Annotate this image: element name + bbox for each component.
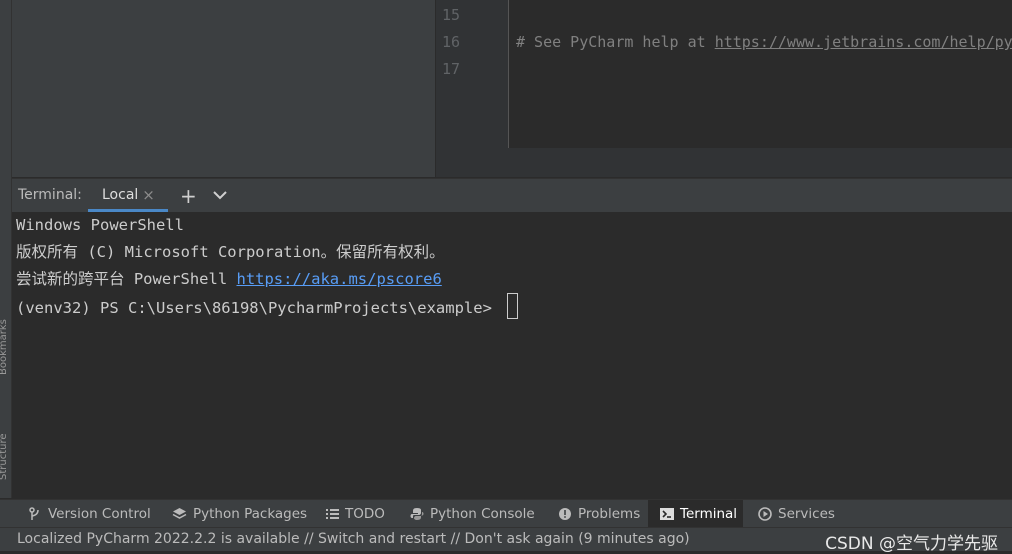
tool-label: Version Control	[48, 505, 151, 522]
python-icon	[410, 507, 424, 520]
tool-label: Python Packages	[193, 505, 308, 522]
branch-icon	[29, 506, 39, 520]
project-panel	[12, 0, 435, 177]
tool-label: Terminal	[680, 505, 738, 522]
services-button[interactable]: Services	[752, 500, 841, 527]
terminal-line: 版权所有 (C) Microsoft Corporation。保留所有权利。	[16, 243, 445, 261]
tool-window-bar: Version Control Python Packages TODO Pyt…	[0, 499, 1012, 527]
python-packages-button[interactable]: Python Packages	[166, 500, 313, 527]
close-icon[interactable]: ×	[142, 186, 155, 204]
terminal-button[interactable]: Terminal	[648, 500, 743, 527]
layers-icon	[172, 507, 187, 519]
tool-label: TODO	[345, 505, 385, 522]
todo-button[interactable]: TODO	[320, 500, 391, 527]
terminal-line: 尝试新的跨平台 PowerShell https://aka.ms/pscore…	[16, 266, 442, 293]
line-number: 15	[442, 6, 461, 24]
list-icon	[326, 508, 339, 519]
warning-icon	[559, 507, 571, 520]
python-console-button[interactable]: Python Console	[404, 500, 541, 527]
tool-label: Problems	[578, 505, 641, 522]
left-tool-strip: Bookmarks Structure	[0, 0, 12, 498]
tool-label: Python Console	[430, 505, 535, 522]
terminal-text: 尝试新的跨平台 PowerShell	[16, 270, 237, 288]
line-number: 17	[442, 60, 461, 78]
terminal-output[interactable]: Windows PowerShell 版权所有 (C) Microsoft Co…	[12, 212, 1012, 498]
code-line: # See PyCharm help at https://www.jetbra…	[516, 29, 1012, 56]
terminal-prompt-line: (venv32) PS C:\Users\86198\PycharmProjec…	[16, 293, 519, 322]
terminal-icon	[660, 507, 674, 520]
terminal-header: Terminal: Local × +	[12, 178, 1012, 212]
code-editor[interactable]: 15 16 17 # See PyCharm help at https://w…	[436, 0, 1012, 148]
status-bar: Localized PyCharm 2022.2.2 is available …	[0, 527, 1012, 554]
terminal-prompt: (venv32) PS C:\Users\86198\PycharmProjec…	[16, 299, 502, 317]
code-area[interactable]: # See PyCharm help at https://www.jetbra…	[516, 0, 1012, 148]
help-link[interactable]: https://www.jetbrains.com/help/pycharm/	[715, 33, 1012, 51]
problems-button[interactable]: Problems	[552, 500, 646, 527]
play-icon	[758, 506, 772, 521]
update-notification[interactable]: Localized PyCharm 2022.2.2 is available …	[17, 531, 690, 547]
line-number: 16	[442, 33, 461, 51]
version-control-button[interactable]: Version Control	[22, 500, 157, 527]
terminal-cursor	[507, 293, 519, 319]
chevron-down-icon[interactable]	[212, 187, 228, 203]
terminal-title: Terminal:	[18, 187, 82, 203]
add-tab-button[interactable]: +	[180, 184, 197, 208]
comment-text: # See PyCharm help at	[516, 33, 715, 51]
editor-gutter: 15 16 17	[436, 0, 509, 148]
structure-tab[interactable]: Structure	[0, 400, 12, 480]
terminal-line: Windows PowerShell	[16, 216, 184, 234]
tab-local-label: Local	[102, 187, 139, 203]
bookmarks-tab[interactable]: Bookmarks	[0, 285, 12, 375]
watermark: CSDN @空气力学先驱	[825, 534, 998, 554]
tool-label: Services	[778, 505, 835, 522]
tab-local[interactable]: Local ×	[88, 179, 169, 211]
pscore-link[interactable]: https://aka.ms/pscore6	[236, 270, 441, 288]
editor-breadcrumb-bar	[436, 148, 1012, 177]
